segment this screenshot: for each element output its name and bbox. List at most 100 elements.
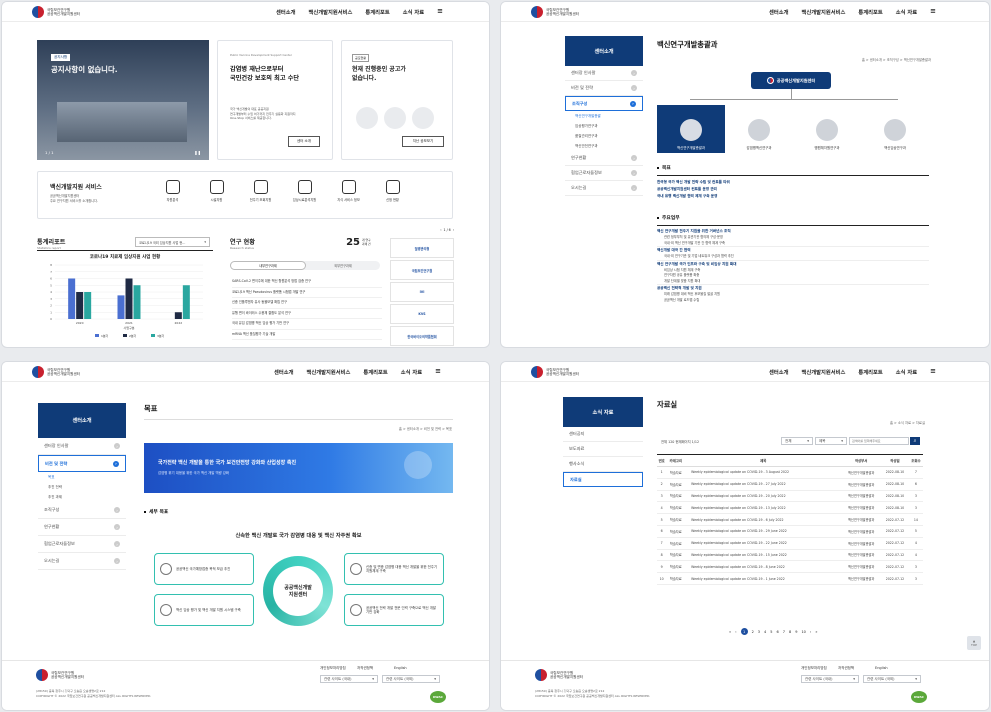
page-number[interactable]: 8 [789,630,791,634]
sidebar-sub-item[interactable]: 추진 과제 [38,492,126,502]
last-page-icon[interactable]: » [815,630,817,634]
sidebar-sub-item[interactable]: 임상평가연구과 [565,121,643,131]
hamburger-icon[interactable]: ≡ [437,8,443,16]
site-logo[interactable]: 국립보건연구원 공공백신개발지원센터 [32,366,80,378]
nav-item[interactable]: 통계리포트 [858,8,882,16]
chevron-left-icon[interactable]: ‹ [440,228,441,232]
site-logo[interactable]: 국립보건연구원 공공백신개발지원센터 [531,366,579,378]
footer-link[interactable]: 저작권정책 [357,666,373,671]
first-page-icon[interactable]: « [729,630,731,634]
hamburger-icon[interactable]: ≡ [930,368,936,376]
nav-item[interactable]: 센터소개 [274,368,294,376]
nav-item[interactable]: 센터소개 [769,368,789,376]
service-item[interactable]: 신청 현황 [376,180,409,202]
sidebar-item[interactable]: 센터장 인사말 › [565,66,643,81]
page-number[interactable]: 7 [783,630,785,634]
top-button[interactable]: ▲ TOP [967,636,981,650]
table-cell[interactable]: Weekly epidemiological update on COVID-1… [685,537,842,550]
hamburger-icon[interactable]: ≡ [435,368,441,376]
tab-external[interactable]: 외부연구과제 [306,261,380,270]
partner-logo[interactable]: 국립보건연구원 [390,260,454,280]
page-number[interactable]: 5 [770,630,772,634]
footer-link[interactable]: 저작권정책 [838,666,854,671]
research-item[interactable]: SARS-CoV-2 변이주에 대한 백신 항원분석 방법 검증 연구 [232,277,382,288]
table-row[interactable]: 5 학술자료 Weekly epidemiological update on CO… [657,513,923,526]
footer-link[interactable]: English [394,666,407,670]
sidebar-item[interactable]: 조직구성 › [565,96,643,111]
service-item[interactable]: 전주기 조회지원 [244,180,277,202]
table-row[interactable]: 7 학술자료 Weekly epidemiological update on CO… [657,537,923,550]
nav-item[interactable]: 백신개발지원서비스 [307,368,351,376]
pause-icon[interactable]: ❚❚ [194,150,201,155]
sidebar-sub-item[interactable]: 백신연구개발총괄 [565,111,643,121]
sidebar-item[interactable]: 협업근로자들정보 › [565,166,643,181]
prev-page-icon[interactable]: ‹ [735,630,736,634]
page-number[interactable]: 3 [758,630,760,634]
table-cell[interactable]: Weekly epidemiological update on COVID-1… [685,490,842,503]
org-unit[interactable]: 병원체자원연구과 [793,105,861,153]
org-unit[interactable]: 백신연구개발총괄과 [657,105,725,153]
sidebar-item[interactable]: 조직구성 › [38,502,126,519]
page-number[interactable]: 2 [752,630,754,634]
page-number[interactable]: 6 [777,630,779,634]
chevron-right-icon[interactable]: › [453,228,454,232]
next-page-icon[interactable]: › [810,630,811,634]
nav-item[interactable]: 백신개발지원서비스 [309,8,353,16]
nav-item[interactable]: 센터소개 [769,8,789,16]
research-item[interactable]: 신종 인플루엔자 유사 동물모델 확립 연구 [232,298,382,309]
nav-item[interactable]: 통계리포트 [365,8,389,16]
org-unit[interactable]: 백신임상연구과 [861,105,929,153]
page-number[interactable]: 10 [801,630,805,634]
site-logo[interactable]: 국립보건연구원 공공백신개발지원센터 [531,6,579,18]
table-cell[interactable]: Weekly epidemiological update on COVID-1… [685,466,842,479]
table-cell[interactable]: Weekly epidemiological update on COVID-1… [685,525,842,538]
table-cell[interactable]: Weekly epidemiological update on COVID-1… [685,501,842,515]
search-input[interactable] [849,437,909,445]
sidebar-sub-item[interactable]: 백신안전연구과 [565,141,643,151]
nav-item[interactable]: 소식 자료 [401,368,422,376]
sidebar-item[interactable]: 연구현황 › [565,151,643,166]
service-item[interactable]: 시설자원 [200,180,233,202]
nav-item[interactable]: 통계리포트 [363,368,387,376]
field-select[interactable]: 제목 ▾ [815,437,847,445]
service-item[interactable]: 임상시료분석지원 [288,180,321,202]
search-icon[interactable]: ⌕ [910,437,920,445]
table-cell[interactable]: Weekly epidemiological update on COVID-1… [685,513,842,526]
partner-logo[interactable]: 한국바이오의약품협회 [390,326,454,346]
partner-logo[interactable]: KVS [390,304,454,324]
tab-internal[interactable]: 내부연구과제 [230,261,306,270]
research-item[interactable]: mRNA 백신 품질평가 기술 개발 [232,330,382,340]
sidebar-item[interactable]: 비전 및 전략 › [565,81,643,96]
nav-item[interactable]: 백신개발지원서비스 [802,8,846,16]
partner-logo[interactable]: IVI [390,282,454,302]
sidebar-item[interactable]: 센터장 인사말 › [38,438,126,455]
table-cell[interactable]: Weekly epidemiological update on COVID-1… [685,560,842,574]
related-site-select[interactable]: 관련 사이트 (국내) ▾ [801,675,859,683]
footer-link[interactable]: English [875,666,888,670]
sidebar-item[interactable]: 연구현황 › [38,519,126,536]
nav-item[interactable]: 센터소개 [276,8,296,16]
nav-item[interactable]: 통계리포트 [858,368,882,376]
sidebar-sub-item[interactable]: 목표 [38,472,126,482]
table-row[interactable]: 4 학술자료 Weekly epidemiological update on CO… [657,501,923,515]
table-row[interactable]: 8 학술자료 Weekly epidemiological update on CO… [657,549,923,562]
nav-item[interactable]: 소식 자료 [403,8,424,16]
footer-link[interactable]: 개인정보처리방침 [801,666,827,671]
sidebar-item[interactable]: 비전 및 전략 › [38,455,126,472]
partner-logo[interactable]: 질병관리청 [390,238,454,258]
past-recruit-button[interactable]: 지난 공모보기 [402,136,444,147]
footer-link[interactable]: 개인정보처리방침 [320,666,346,671]
sidebar-item[interactable]: 센터공지 [563,427,643,442]
table-row[interactable]: 9 학술자료 Weekly epidemiological update on CO… [657,560,923,574]
stats-select[interactable]: 코로나19 국외 임상지원 사업 현... ▾ [135,237,210,247]
site-logo[interactable]: 국립보건연구원 공공백신개발지원센터 [32,6,80,18]
table-cell[interactable]: Weekly epidemiological update on COVID-1… [685,549,842,562]
related-site-select[interactable]: 관련 사이트 (국외) ▾ [382,675,440,683]
sidebar-item[interactable]: 협업근로자들정보 › [38,536,126,553]
research-item[interactable]: 유행 변이 바이러스 수용체 결합도 분석 연구 [232,309,382,319]
related-site-select[interactable]: 관련 사이트 (국내) ▾ [320,675,378,683]
related-site-select[interactable]: 관련 사이트 (국외) ▾ [863,675,921,683]
org-unit[interactable]: 감염병백신연구과 [725,105,793,153]
sidebar-sub-item[interactable]: 품질관리연구과 [565,131,643,141]
sidebar-item[interactable]: 보도자료 [563,442,643,457]
